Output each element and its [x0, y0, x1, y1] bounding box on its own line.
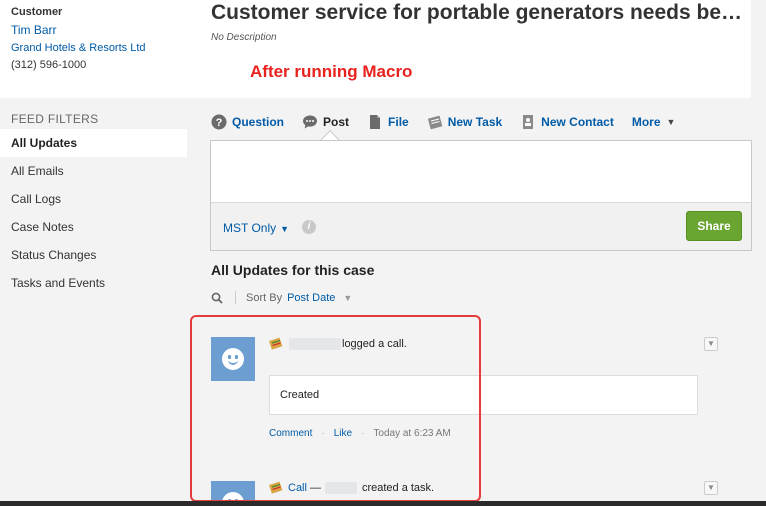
tab-new-task[interactable]: New Task — [427, 114, 502, 130]
em-dash: — — [309, 481, 321, 494]
feed-item-body: Created — [269, 375, 698, 415]
tab-post[interactable]: Post — [302, 114, 349, 130]
feed-filters-list: All Updates All Emails Call Logs Case No… — [0, 129, 187, 297]
customer-company-link[interactable]: Grand Hotels & Resorts Ltd — [11, 42, 184, 54]
feed-filter-all-emails[interactable]: All Emails — [0, 157, 187, 185]
contact-icon — [523, 115, 534, 129]
customer-phone: (312) 596-1000 — [11, 59, 87, 71]
separator-dot: · — [361, 428, 365, 439]
redacted-user-name[interactable] — [324, 481, 357, 494]
feed-item-header: logged a call. — [269, 337, 407, 350]
tab-file[interactable]: File — [367, 114, 409, 130]
updates-title: All Updates for this case — [211, 262, 375, 278]
task-link[interactable]: Call — [288, 482, 307, 494]
avatar-face — [222, 492, 244, 501]
main-panel: Customer service for portable generators… — [195, 0, 766, 506]
like-link[interactable]: Like — [334, 428, 352, 439]
avatar-face — [222, 348, 244, 370]
publisher-tabs: ? Question Post File New Task New Contac… — [211, 112, 693, 132]
feed-filter-tasks-events[interactable]: Tasks and Events — [0, 269, 187, 297]
case-title: Customer service for portable generators… — [211, 1, 741, 24]
feed-item-header: Call — created a task. — [269, 481, 434, 494]
tab-file-label: File — [388, 115, 409, 129]
feed-filter-call-logs[interactable]: Call Logs — [0, 185, 187, 213]
chevron-down-icon: ▼ — [280, 224, 290, 234]
feed-item-timestamp[interactable]: Today at 6:23 AM — [373, 428, 450, 439]
tab-new-task-label: New Task — [447, 115, 503, 129]
speech-bubble-icon — [303, 115, 318, 129]
feed-item-actions: Comment · Like · Today at 6:23 AM — [269, 428, 451, 439]
post-composer[interactable]: MST Only ▼ i Share — [210, 140, 752, 251]
avatar-eye — [228, 355, 231, 359]
customer-card: Customer Tim Barr Grand Hotels & Resorts… — [0, 0, 195, 98]
tab-question-label: Question — [232, 115, 285, 129]
tab-question[interactable]: ? Question — [211, 114, 284, 130]
feed-item: logged a call. ▼ Created Comment · Like … — [195, 330, 766, 450]
customer-label: Customer — [11, 6, 63, 18]
avatar-mouth — [228, 360, 238, 365]
search-icon[interactable] — [211, 292, 223, 304]
feed-item-text: created a task. — [361, 481, 435, 494]
comment-link[interactable]: Comment — [269, 428, 312, 439]
tab-more-label: More — [631, 115, 661, 129]
feed-filter-status-changes[interactable]: Status Changes — [0, 241, 187, 269]
avatar[interactable] — [211, 337, 255, 381]
case-header: Customer service for portable generators… — [195, 0, 751, 98]
feed-item-text: logged a call. — [342, 337, 407, 350]
chevron-down-icon[interactable]: ▼ — [343, 293, 352, 303]
share-button[interactable]: Share — [686, 211, 742, 241]
tab-post-label: Post — [323, 115, 350, 129]
tab-more[interactable]: More ▼ — [632, 115, 676, 129]
feed-filter-case-notes[interactable]: Case Notes — [0, 213, 187, 241]
left-sidebar: Customer Tim Barr Grand Hotels & Resorts… — [0, 0, 195, 506]
info-icon[interactable]: i — [302, 220, 316, 234]
divider — [235, 291, 236, 304]
annotation-label: After running Macro — [250, 62, 413, 81]
chevron-down-icon: ▼ — [666, 117, 676, 127]
feed-filters-heading: FEED FILTERS — [11, 112, 99, 126]
case-description: No Description — [211, 32, 277, 43]
document-icon — [370, 115, 381, 129]
sort-by-label: Sort By — [246, 291, 283, 304]
composer-footer: MST Only ▼ i Share — [211, 202, 751, 250]
sort-bar: Sort By Post Date ▼ — [211, 291, 352, 304]
call-log-icon — [269, 337, 283, 350]
question-icon: ? — [211, 114, 227, 130]
tab-new-contact-label: New Contact — [541, 115, 614, 129]
redacted-user-name[interactable] — [289, 337, 341, 350]
separator-dot: · — [321, 428, 325, 439]
tab-new-contact[interactable]: New Contact — [520, 114, 614, 130]
avatar-eye — [235, 355, 238, 359]
avatar[interactable] — [211, 481, 255, 501]
svg-text:?: ? — [216, 117, 223, 129]
task-icon — [427, 115, 443, 130]
customer-name-link[interactable]: Tim Barr — [11, 23, 184, 37]
feed-item-menu[interactable]: ▼ — [704, 337, 718, 351]
feed-filter-all-updates[interactable]: All Updates — [0, 129, 187, 157]
feed-item: Call — created a task. ▼ — [195, 474, 766, 501]
task-icon — [269, 481, 283, 494]
visibility-value: MST Only — [223, 221, 277, 235]
sort-by-select[interactable]: Post Date — [287, 292, 335, 304]
feed-item-menu[interactable]: ▼ — [704, 481, 718, 495]
window-bottom-edge — [0, 501, 766, 506]
visibility-select[interactable]: MST Only ▼ — [223, 221, 289, 235]
